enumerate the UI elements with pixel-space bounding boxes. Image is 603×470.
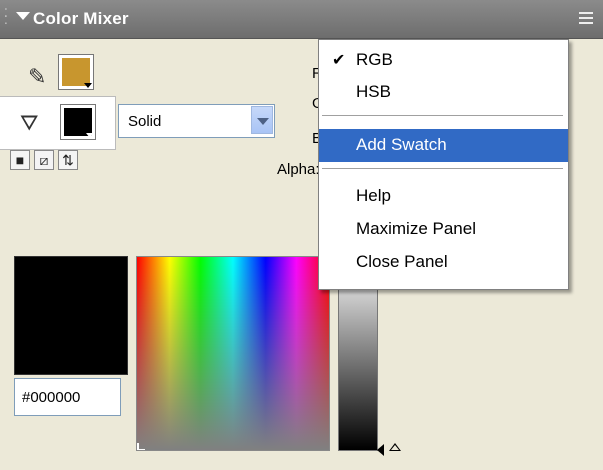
fill-color-swatch xyxy=(64,108,92,136)
panel-options-icon[interactable] xyxy=(579,12,593,26)
paint-bucket-icon: ⛛ xyxy=(20,110,39,135)
panel-titlebar[interactable]: ⁚ ⁚ Color Mixer xyxy=(0,0,603,39)
alpha-label: Alpha: xyxy=(277,161,320,178)
color-preview-swatch xyxy=(14,256,128,375)
color-mixer-panel: ⁚⁚ Color Mixer ✎ ⛛ Solid ■ ⧄ ⇅ R G B Alp… xyxy=(0,0,603,470)
menu-item-label: Add Swatch xyxy=(356,135,447,154)
menu-separator xyxy=(322,168,563,170)
brightness-pointer-icon[interactable] xyxy=(377,444,384,456)
fill-color-button[interactable] xyxy=(60,104,96,140)
swap-colors-icon[interactable]: ⇅ xyxy=(58,150,78,170)
menu-item-hsb[interactable]: HSB xyxy=(319,78,568,108)
menu-item-close-panel[interactable]: Close Panel xyxy=(319,248,568,278)
color-spectrum[interactable] xyxy=(136,256,330,451)
menu-item-label: RGB xyxy=(356,50,393,69)
spectrum-crosshair xyxy=(137,443,145,450)
stroke-color-swatch xyxy=(62,58,90,86)
dropdown-arrow-icon[interactable] xyxy=(251,106,273,134)
fill-row xyxy=(0,96,116,150)
stroke-color-button[interactable] xyxy=(58,54,94,90)
menu-item-maximize-panel[interactable]: Maximize Panel xyxy=(319,215,568,245)
panel-title: Color Mixer xyxy=(33,9,129,28)
menu-separator xyxy=(322,115,563,117)
fill-type-select[interactable]: Solid xyxy=(118,104,275,138)
menu-item-label: HSB xyxy=(356,82,391,101)
menu-item-help[interactable]: Help xyxy=(319,182,568,212)
menu-item-label: Maximize Panel xyxy=(356,219,476,238)
checkmark-icon: ✔ xyxy=(332,52,346,69)
expand-triangle-icon[interactable] xyxy=(389,443,401,451)
drag-grip-icon[interactable]: ⁚ ⁚ xyxy=(4,7,10,30)
chevron-down-icon xyxy=(84,83,92,88)
menu-item-add-swatch[interactable]: Add Swatch xyxy=(319,129,568,162)
menu-item-label: Help xyxy=(356,186,391,205)
pencil-icon: ✎ xyxy=(28,64,47,89)
menu-item-label: Close Panel xyxy=(356,252,448,271)
chevron-down-icon xyxy=(86,133,94,138)
panel-context-menu: ✔ RGB HSB Add Swatch Help Maximize Panel… xyxy=(318,39,569,290)
collapse-arrow-icon[interactable] xyxy=(16,12,30,20)
no-color-icon[interactable]: ⧄ xyxy=(34,150,54,170)
spectrum-saturation-layer xyxy=(137,257,329,450)
black-white-icon[interactable]: ■ xyxy=(10,150,30,170)
hex-value-input[interactable]: #000000 xyxy=(14,378,121,416)
menu-item-rgb[interactable]: ✔ RGB xyxy=(319,46,568,76)
fill-type-value: Solid xyxy=(128,113,162,130)
